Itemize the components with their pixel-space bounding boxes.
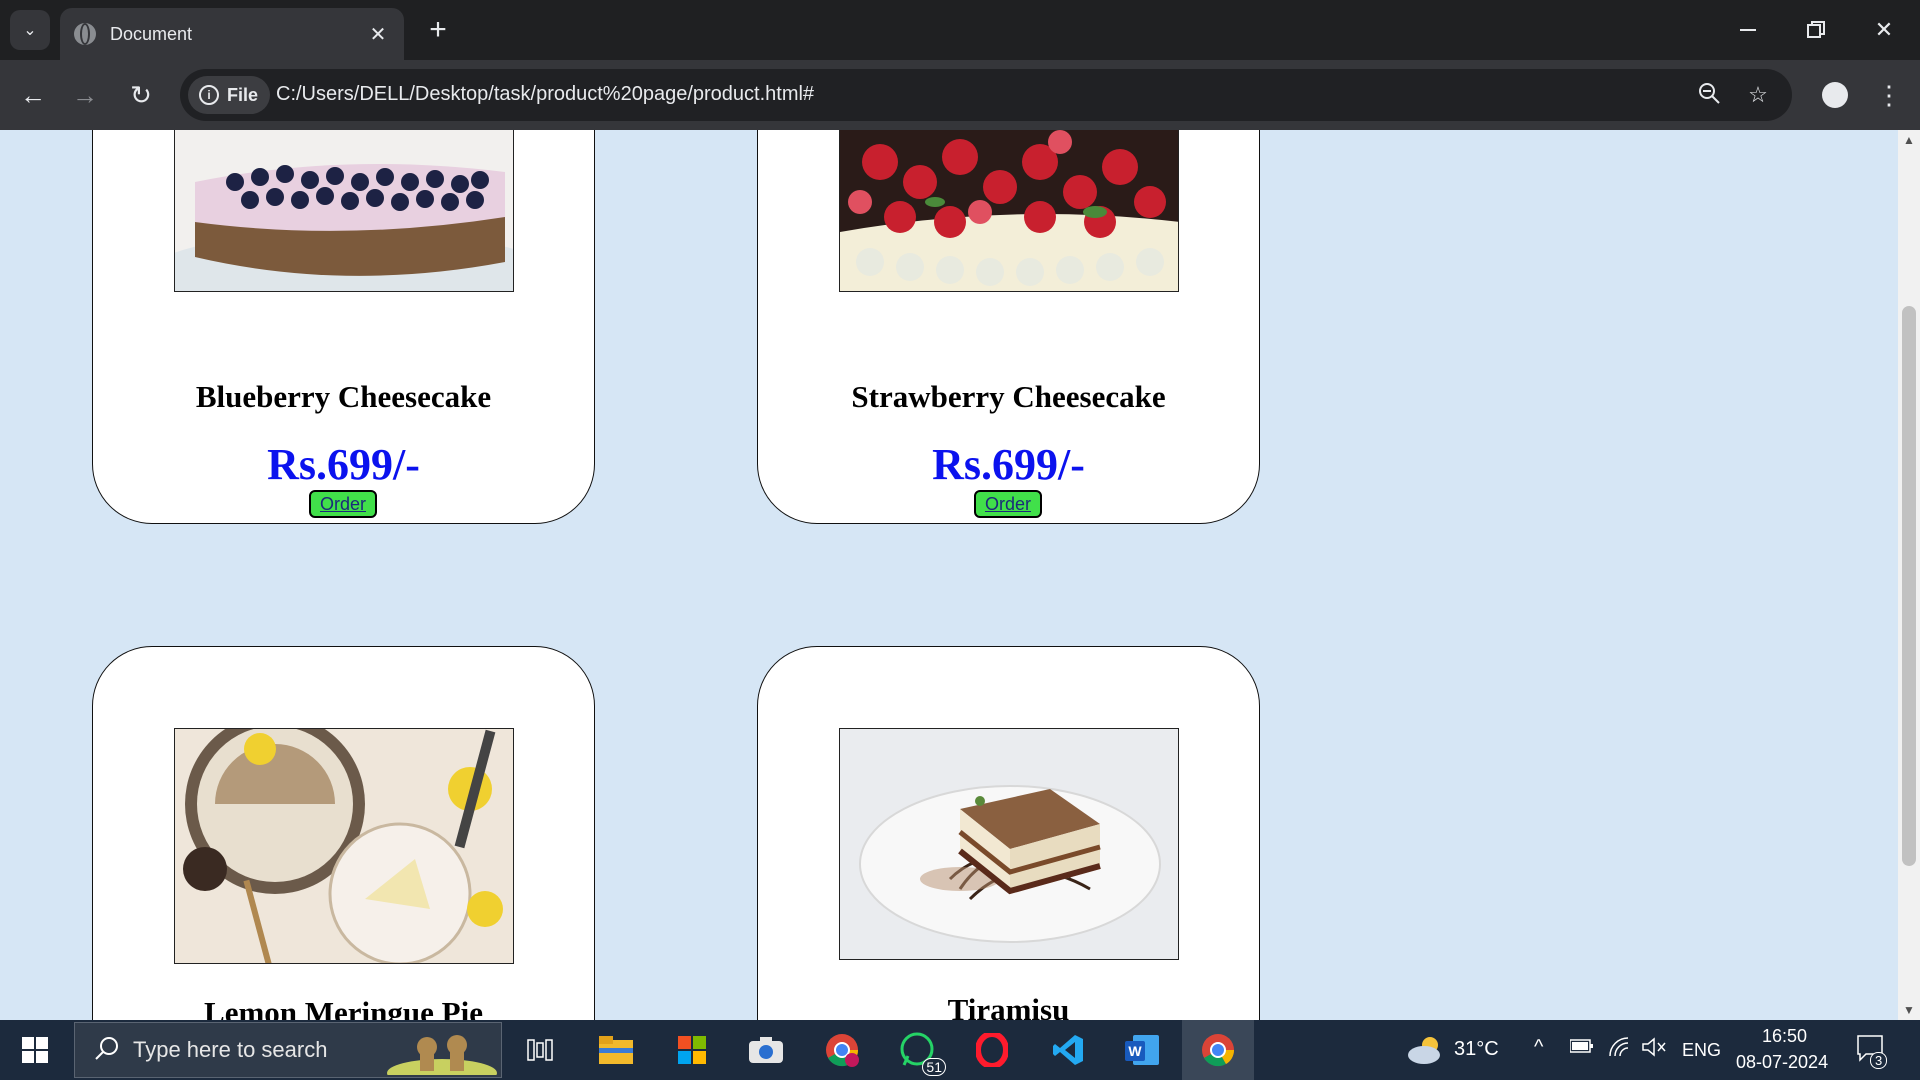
- windows-start-icon[interactable]: [0, 1020, 70, 1080]
- clock-time[interactable]: 16:50: [1762, 1026, 1807, 1047]
- product-card-tiramisu: Tiramisu: [757, 646, 1260, 1020]
- product-card-strawberry: Strawberry Cheesecake Rs.699/- Order: [757, 130, 1260, 524]
- product-name: Blueberry Cheesecake: [195, 379, 492, 414]
- product-image-blueberry: [174, 130, 514, 292]
- search-icon: [95, 1036, 119, 1065]
- site-info-chip[interactable]: i File: [188, 76, 270, 114]
- tab-list-icon[interactable]: ⌄: [10, 10, 50, 50]
- product-card-blueberry: Blueberry Cheesecake Rs.699/- Order: [92, 130, 595, 524]
- chrome-icon[interactable]: [1182, 1020, 1254, 1080]
- wifi-icon[interactable]: [1608, 1036, 1632, 1063]
- chrome-profile-icon[interactable]: [820, 1028, 864, 1072]
- product-image-tiramisu: [839, 728, 1179, 960]
- scroll-down-icon[interactable]: ▼: [1898, 1000, 1920, 1020]
- mute-icon[interactable]: [1641, 1036, 1667, 1063]
- product-image-strawberry: [839, 130, 1179, 292]
- vscode-icon[interactable]: [1046, 1028, 1090, 1072]
- battery-icon[interactable]: [1569, 1038, 1594, 1059]
- weather-icon[interactable]: [1404, 1028, 1448, 1072]
- window-close-icon[interactable]: ✕: [1850, 0, 1918, 60]
- info-icon: i: [199, 85, 219, 105]
- tab-title: Document: [110, 23, 193, 44]
- zoom-icon[interactable]: [1695, 81, 1723, 109]
- chevron-up-icon[interactable]: ^: [1534, 1036, 1543, 1059]
- svg-text:W: W: [1128, 1043, 1142, 1059]
- task-view-icon[interactable]: [518, 1028, 562, 1072]
- opera-icon[interactable]: [970, 1028, 1014, 1072]
- scroll-up-icon[interactable]: ▲: [1898, 130, 1920, 150]
- tab-document[interactable]: Document ✕: [60, 8, 404, 60]
- product-name: Lemon Meringue Pie: [204, 995, 483, 1020]
- product-price: Rs.699/-: [267, 440, 420, 489]
- browser-toolbar: ← → ↻ i File C:/Users/DELL/Desktop/task/…: [0, 60, 1920, 130]
- order-button-strawberry[interactable]: Order: [974, 490, 1042, 518]
- whatsapp-badge: 51: [922, 1058, 946, 1076]
- camera-icon[interactable]: [744, 1028, 788, 1072]
- language-indicator[interactable]: ENG: [1682, 1040, 1721, 1061]
- word-icon[interactable]: W: [1120, 1028, 1164, 1072]
- search-highlight-image: [387, 1025, 497, 1080]
- page-scrollbar[interactable]: ▲ ▼: [1898, 130, 1920, 1020]
- forward-icon[interactable]: →: [66, 76, 104, 114]
- product-price: Rs.699/-: [932, 440, 1085, 489]
- menu-icon[interactable]: ⋮: [1874, 76, 1904, 114]
- url-text[interactable]: C:/Users/DELL/Desktop/task/product%20pag…: [276, 83, 814, 106]
- search-placeholder: Type here to search: [133, 1037, 328, 1062]
- file-explorer-icon[interactable]: [594, 1028, 638, 1072]
- store-icon[interactable]: [670, 1028, 714, 1072]
- back-icon[interactable]: ←: [14, 76, 52, 114]
- product-name: Strawberry Cheesecake: [851, 379, 1166, 414]
- reload-icon[interactable]: ↻: [122, 76, 160, 114]
- close-icon[interactable]: ✕: [360, 22, 396, 47]
- page-content: Blueberry Cheesecake Rs.699/- Order Stra…: [0, 130, 1898, 1020]
- globe-icon: [74, 23, 96, 45]
- order-button-blueberry[interactable]: Order: [309, 490, 377, 518]
- clock-date[interactable]: 08-07-2024: [1736, 1052, 1828, 1073]
- product-image-lemon: [174, 728, 514, 964]
- address-bar[interactable]: i File C:/Users/DELL/Desktop/task/produc…: [180, 69, 1792, 121]
- product-name: Tiramisu: [947, 992, 1070, 1020]
- notification-count: 3: [1870, 1052, 1888, 1069]
- file-chip-label: File: [227, 84, 259, 105]
- profile-icon[interactable]: [1816, 76, 1854, 114]
- taskbar: Type here to search 51 W 31°C ^ ENG 16:5…: [0, 1020, 1920, 1080]
- star-icon[interactable]: ☆: [1744, 81, 1772, 109]
- new-tab-icon[interactable]: +: [420, 12, 456, 48]
- restore-icon[interactable]: [1782, 0, 1850, 60]
- tab-bar: ⌄ Document ✕ + ✕: [0, 0, 1920, 60]
- minimize-icon[interactable]: [1714, 0, 1782, 60]
- whatsapp-icon[interactable]: 51: [896, 1028, 946, 1076]
- scroll-thumb[interactable]: [1902, 306, 1916, 866]
- taskbar-search[interactable]: Type here to search: [74, 1022, 502, 1080]
- weather-temp: 31°C: [1454, 1038, 1499, 1060]
- product-card-lemon: Lemon Meringue Pie: [92, 646, 595, 1020]
